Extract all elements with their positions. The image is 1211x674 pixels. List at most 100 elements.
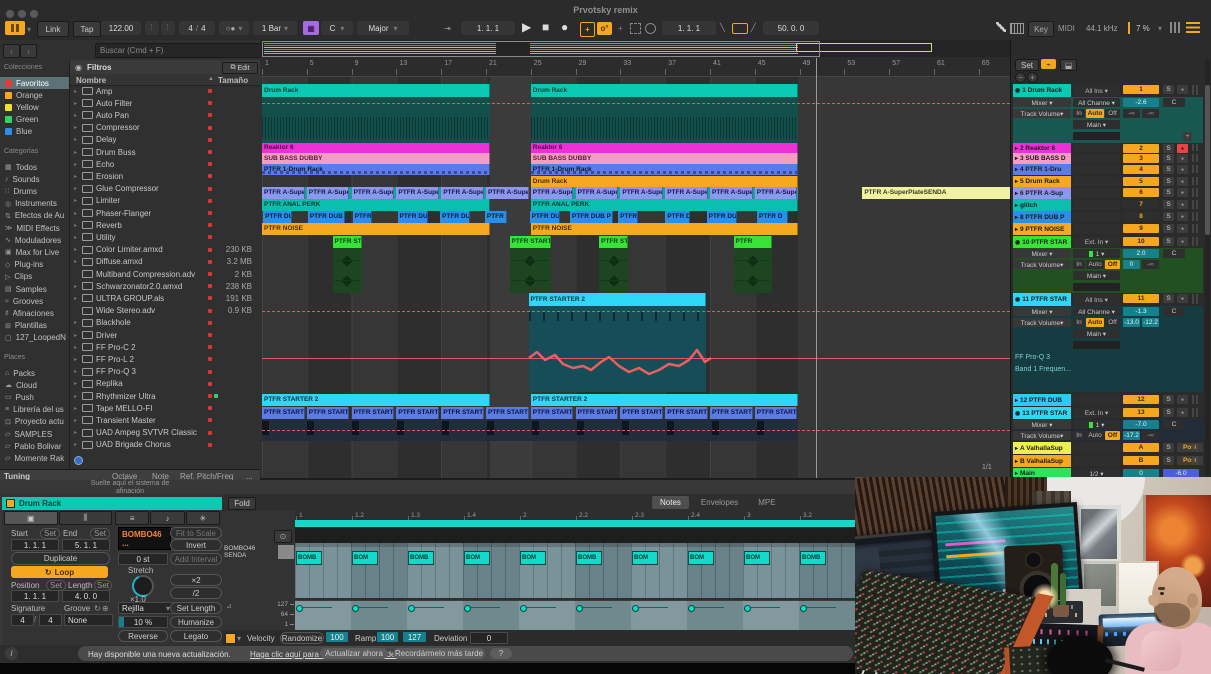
category-plantillas[interactable]: ⊞Plantillas — [0, 320, 69, 332]
midi-note[interactable]: BOM — [688, 551, 714, 565]
clip-ptfr-sta[interactable]: PTFR STA — [599, 236, 628, 248]
clip-ptfr-a-super[interactable]: PTFR A-Super — [307, 187, 350, 199]
start-value[interactable]: 1. 1. 1 — [11, 539, 59, 551]
set-length-button[interactable]: Set Length — [170, 602, 222, 614]
randomize-button[interactable]: Randomize — [280, 632, 324, 644]
midi-loop-bar[interactable] — [295, 520, 858, 527]
clip-ptfr-starter-2-expanded[interactable]: PTFR STARTER 2 — [529, 293, 706, 306]
category-sounds[interactable]: ♪Sounds — [0, 173, 69, 185]
midi-note[interactable]: BOM — [464, 551, 490, 565]
expand-arrow-icon[interactable]: ▸ — [74, 356, 82, 363]
legato-button[interactable]: Legato — [170, 630, 222, 642]
clip-ptfr-a-super[interactable]: PTFR A-Super — [352, 187, 395, 199]
track-fold-icon[interactable]: ▸ — [1015, 214, 1018, 221]
draw-mode-icon[interactable] — [996, 22, 1006, 32]
edit-filters-button[interactable]: ⧉ Edit — [222, 62, 258, 74]
clip-color-swatch[interactable] — [6, 499, 15, 508]
clip-ptfr-sta[interactable]: PTFR — [734, 236, 772, 248]
scale-root-menu[interactable]: C▾ — [321, 21, 353, 35]
category-plug-ins[interactable]: ◇Plug-ins — [0, 259, 69, 271]
expand-arrow-icon[interactable]: ▸ — [74, 161, 82, 168]
clip-ptfr-dub[interactable]: PTFR D — [353, 211, 372, 223]
fold-button[interactable]: Fold — [228, 497, 256, 510]
track-number-13-ptfr-star[interactable]: 13 — [1123, 408, 1159, 417]
groove-add-icon[interactable]: ⊕ — [102, 604, 109, 613]
punch-in-icon[interactable]: ╲ — [720, 23, 725, 32]
loop-start-field[interactable]: 1. 1. 1 — [662, 21, 716, 35]
randomize-value[interactable]: 100 — [326, 632, 348, 642]
arm-button-1-drum-rack[interactable]: ● — [1177, 85, 1188, 94]
collection-yellow[interactable]: Yellow — [0, 101, 69, 113]
preview-headphone-icon[interactable]: ⊙ — [274, 530, 292, 543]
invert-button[interactable]: Invert — [170, 539, 222, 551]
file-row[interactable]: Wide Stereo.adv0.9 KB — [70, 305, 260, 317]
track-fold-icon[interactable]: ▸ — [1015, 166, 1018, 173]
file-row[interactable]: ▸FF Pro-C 2 — [70, 341, 260, 353]
computer-midi-keyboard-icon[interactable] — [1010, 23, 1024, 34]
edit-cursor-line[interactable] — [816, 58, 817, 478]
place-librer-a-del-us[interactable]: ≡Librería del us — [0, 404, 69, 416]
expand-arrow-icon[interactable]: ▸ — [74, 197, 82, 204]
track-number-glitch[interactable]: 7 — [1123, 200, 1159, 209]
place-momente-rak[interactable]: ▱Momente Rak — [0, 452, 69, 464]
clip-ptfr-starter[interactable]: PTFR STARTER — [396, 407, 439, 419]
add-locator-button[interactable]: + — [618, 24, 623, 33]
input-name-field-1-drum-rack[interactable] — [1073, 132, 1120, 140]
add-interval-button[interactable]: Add Interval — [170, 553, 222, 565]
volume-value-1-drum-rack[interactable]: -2.6 — [1123, 98, 1159, 107]
signature-numerator[interactable]: 4 — [11, 614, 34, 626]
expand-arrow-icon[interactable]: ▸ — [74, 149, 82, 156]
browser-forward-button[interactable]: › — [20, 44, 37, 58]
arm-button-6-ptfr-a-sup[interactable]: ● — [1177, 188, 1188, 197]
track-volume-menu-10-ptfr-star[interactable]: Track Volume▾ — [1013, 260, 1071, 269]
track-header-9-ptfr-noise[interactable]: ▸9 PTFR NOISE — [1013, 223, 1071, 235]
track-fold-icon[interactable]: ▸ — [1015, 190, 1018, 197]
output-menu-1-drum-rack[interactable]: Main ▾ — [1073, 120, 1120, 129]
sort-icon[interactable]: ▲ — [208, 76, 214, 82]
clip-ptfr-starter[interactable]: PTFR STARTER — [620, 407, 663, 419]
expand-arrow-icon[interactable]: ▸ — [74, 185, 82, 192]
category-clips[interactable]: ▷Clips — [0, 271, 69, 283]
midi-note[interactable]: BOM — [632, 551, 658, 565]
loop-length-field[interactable]: 50. 0. 0 — [763, 21, 819, 35]
tab-note-tools[interactable]: ≡ — [115, 511, 149, 525]
expand-arrow-icon[interactable]: ▸ — [74, 246, 82, 253]
track-volume-menu-13-ptfr-star[interactable]: Track Volume▾ — [1013, 431, 1071, 440]
track-number-2-reaktor-6[interactable]: 2 — [1123, 144, 1159, 153]
category-efectos-de-au[interactable]: ⇅Efectos de Au — [0, 210, 69, 222]
track-fold-icon[interactable]: ◉ — [1015, 239, 1020, 246]
file-row[interactable]: ▸Phaser-Flanger — [70, 207, 260, 219]
lane-chevron-icon[interactable]: ▾ — [237, 634, 241, 643]
track-header-b-valhallasup[interactable]: ▸B ValhallaSup — [1013, 455, 1071, 467]
clip-ptfr-starter[interactable]: PTFR STARTER — [486, 407, 529, 419]
tab-clip[interactable]: ▣ — [4, 511, 58, 525]
track-input-menu-10-ptfr-star[interactable]: Ext. In ▾ — [1073, 237, 1120, 247]
track-header-6-ptfr-a-sup[interactable]: ▸6 PTFR A-Sup — [1013, 187, 1071, 199]
category-midi-effects[interactable]: ≫MIDI Effects — [0, 222, 69, 234]
scale-name-menu[interactable]: Major▾ — [357, 21, 409, 35]
velocity-lane[interactable] — [295, 600, 858, 631]
clip-ptfr-starter[interactable]: PTFR STARTER — [531, 407, 574, 419]
solo-button-b-valhallasup[interactable]: S — [1163, 456, 1174, 465]
cpu-load-value[interactable]: 7 % — [1136, 24, 1150, 33]
monitor-in-10-ptfr-star[interactable]: In — [1073, 260, 1085, 269]
track-number-a-valhallasup[interactable]: A — [1123, 443, 1159, 452]
capture-midi-button[interactable]: + — [580, 22, 595, 37]
arm-button-13-ptfr-star[interactable]: ● — [1177, 408, 1188, 417]
midi-note[interactable]: BOMB — [800, 551, 826, 565]
automation-wiggle[interactable] — [529, 337, 711, 383]
groove-refresh-icon[interactable]: ↻ — [94, 604, 101, 613]
clip-sub-bass-dubby[interactable]: SUB BASS DUBBY — [262, 153, 490, 164]
half-tempo-button[interactable]: /2 — [170, 587, 222, 599]
note-row-label[interactable]: BOMBO46 SENDA — [224, 545, 277, 559]
clip-ptfr-dub[interactable]: PTFR DUB — [707, 211, 737, 223]
volume-value-11-ptfr-star[interactable]: -1.3 — [1123, 307, 1159, 316]
lane-color-swatch[interactable] — [225, 633, 236, 644]
arm-button-glitch[interactable]: ● — [1177, 200, 1188, 209]
midi-note[interactable]: BOM — [352, 551, 378, 565]
collection-green[interactable]: Green — [0, 114, 69, 126]
midi-note[interactable]: BOM — [744, 551, 770, 565]
file-row[interactable]: ▸ULTRA GROUP.als191 KB — [70, 292, 260, 304]
volume-value-13-ptfr-star[interactable]: -7.0 — [1123, 420, 1159, 429]
place-packs[interactable]: ⌂Packs — [0, 367, 69, 379]
